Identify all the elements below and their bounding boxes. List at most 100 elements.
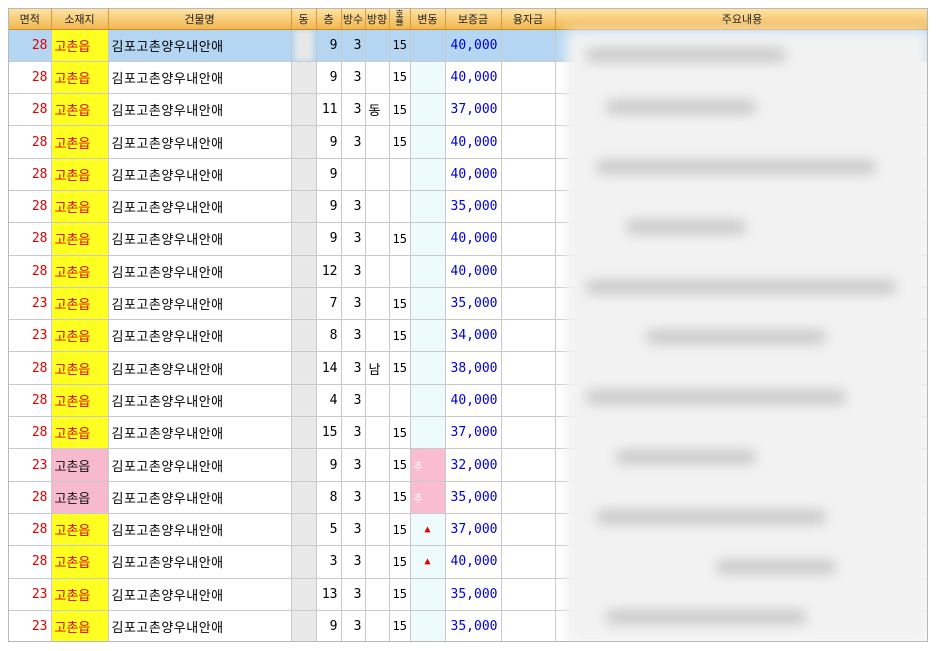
- cell-area[interactable]: 23: [9, 319, 52, 353]
- cell-building[interactable]: 김포고촌양우내안애: [108, 545, 292, 579]
- cell-rooms[interactable]: 3: [341, 287, 366, 321]
- cell-area[interactable]: 28: [9, 222, 52, 256]
- cell-building[interactable]: 김포고촌양우내안애: [108, 29, 292, 62]
- cell-floor[interactable]: 5: [316, 513, 342, 547]
- cell-dong[interactable]: [291, 29, 317, 62]
- cell-dong[interactable]: [291, 578, 317, 611]
- cell-dong[interactable]: [291, 319, 317, 353]
- cell-building[interactable]: 김포고촌양우내안애: [108, 158, 292, 191]
- cell-deposit[interactable]: 40,000: [445, 29, 502, 62]
- cell-floor[interactable]: 3: [316, 545, 342, 579]
- cell-dong[interactable]: [291, 125, 317, 159]
- cell-location[interactable]: 고촌읍: [51, 545, 109, 579]
- cell-floor[interactable]: 4: [316, 384, 342, 418]
- cell-rooms[interactable]: 3: [341, 610, 366, 641]
- cell-floor[interactable]: 9: [316, 125, 342, 159]
- cell-floor[interactable]: 8: [316, 319, 342, 353]
- cell-building[interactable]: 김포고촌양우내안애: [108, 190, 292, 224]
- cell-floor[interactable]: 14: [316, 351, 342, 385]
- cell-direction[interactable]: [365, 416, 390, 450]
- cell-direction[interactable]: [365, 222, 390, 256]
- cell-location[interactable]: 고촌읍: [51, 610, 109, 641]
- cell-deposit[interactable]: 35,000: [445, 190, 502, 224]
- cell-dong[interactable]: [291, 351, 317, 385]
- cell-loan[interactable]: [501, 578, 556, 611]
- cell-location[interactable]: 고촌읍: [51, 448, 109, 482]
- cell-floor[interactable]: 9: [316, 29, 342, 62]
- cell-loan[interactable]: [501, 481, 556, 514]
- cell-direction[interactable]: [365, 287, 390, 321]
- cell-floor[interactable]: 9: [316, 158, 342, 191]
- cell-building[interactable]: 김포고촌양우내안애: [108, 351, 292, 385]
- cell-floor[interactable]: 9: [316, 222, 342, 256]
- cell-building[interactable]: 김포고촌양우내안애: [108, 319, 292, 353]
- cell-building[interactable]: 김포고촌양우내안애: [108, 61, 292, 95]
- cell-floor[interactable]: 9: [316, 190, 342, 224]
- cell-change[interactable]: [410, 255, 446, 288]
- cell-loan[interactable]: [501, 93, 556, 127]
- col-header-notes[interactable]: 주요내용: [555, 9, 927, 30]
- cell-dong[interactable]: [291, 513, 317, 547]
- cell-loan[interactable]: [501, 255, 556, 288]
- cell-direction[interactable]: [365, 545, 390, 579]
- cell-deposit[interactable]: 40,000: [445, 255, 502, 288]
- cell-dong[interactable]: [291, 384, 317, 418]
- col-header-loan[interactable]: 융자금: [501, 9, 556, 30]
- cell-floor[interactable]: 8: [316, 481, 342, 514]
- cell-direction[interactable]: [365, 29, 390, 62]
- cell-type[interactable]: 15: [389, 125, 411, 159]
- cell-location[interactable]: 고촌읍: [51, 222, 109, 256]
- cell-type[interactable]: 15: [389, 416, 411, 450]
- col-header-deposit[interactable]: 보증금: [445, 9, 502, 30]
- cell-type[interactable]: 15: [389, 578, 411, 611]
- cell-floor[interactable]: 13: [316, 578, 342, 611]
- col-header-area[interactable]: 면적: [9, 9, 52, 30]
- cell-dong[interactable]: [291, 61, 317, 95]
- cell-rooms[interactable]: 3: [341, 351, 366, 385]
- cell-direction[interactable]: [365, 513, 390, 547]
- col-header-change[interactable]: 변동: [410, 9, 446, 30]
- cell-floor[interactable]: 7: [316, 287, 342, 321]
- cell-rooms[interactable]: 3: [341, 319, 366, 353]
- cell-area[interactable]: 28: [9, 158, 52, 191]
- cell-location[interactable]: 고촌읍: [51, 61, 109, 95]
- cell-change[interactable]: ▲: [410, 545, 446, 579]
- cell-floor[interactable]: 15: [316, 416, 342, 450]
- cell-type[interactable]: 15: [389, 29, 411, 62]
- cell-loan[interactable]: [501, 319, 556, 353]
- cell-rooms[interactable]: 3: [341, 222, 366, 256]
- cell-direction[interactable]: [365, 578, 390, 611]
- col-header-location[interactable]: 소재지: [51, 9, 109, 30]
- cell-building[interactable]: 김포고촌양우내안애: [108, 513, 292, 547]
- cell-change[interactable]: 추: [410, 481, 446, 514]
- cell-loan[interactable]: [501, 222, 556, 256]
- cell-floor[interactable]: 11: [316, 93, 342, 127]
- cell-area[interactable]: 28: [9, 513, 52, 547]
- cell-deposit[interactable]: 37,000: [445, 416, 502, 450]
- cell-deposit[interactable]: 40,000: [445, 222, 502, 256]
- cell-dong[interactable]: [291, 416, 317, 450]
- cell-dong[interactable]: [291, 255, 317, 288]
- cell-rooms[interactable]: 3: [341, 578, 366, 611]
- cell-rooms[interactable]: 3: [341, 545, 366, 579]
- col-header-dong[interactable]: 동: [291, 9, 317, 30]
- cell-area[interactable]: 28: [9, 545, 52, 579]
- cell-dong[interactable]: [291, 93, 317, 127]
- cell-change[interactable]: 추: [410, 448, 446, 482]
- cell-location[interactable]: 고촌읍: [51, 513, 109, 547]
- cell-location[interactable]: 고촌읍: [51, 319, 109, 353]
- cell-loan[interactable]: [501, 448, 556, 482]
- col-header-rooms[interactable]: 방수: [341, 9, 366, 30]
- cell-change[interactable]: [410, 416, 446, 450]
- cell-direction[interactable]: [365, 255, 390, 288]
- cell-building[interactable]: 김포고촌양우내안애: [108, 481, 292, 514]
- cell-direction[interactable]: [365, 158, 390, 191]
- cell-type[interactable]: [389, 384, 411, 418]
- cell-direction[interactable]: 남: [365, 351, 390, 385]
- cell-building[interactable]: 김포고촌양우내안애: [108, 578, 292, 611]
- cell-deposit[interactable]: 35,000: [445, 481, 502, 514]
- cell-deposit[interactable]: 40,000: [445, 125, 502, 159]
- cell-location[interactable]: 고촌읍: [51, 287, 109, 321]
- cell-building[interactable]: 김포고촌양우내안애: [108, 93, 292, 127]
- cell-rooms[interactable]: 3: [341, 448, 366, 482]
